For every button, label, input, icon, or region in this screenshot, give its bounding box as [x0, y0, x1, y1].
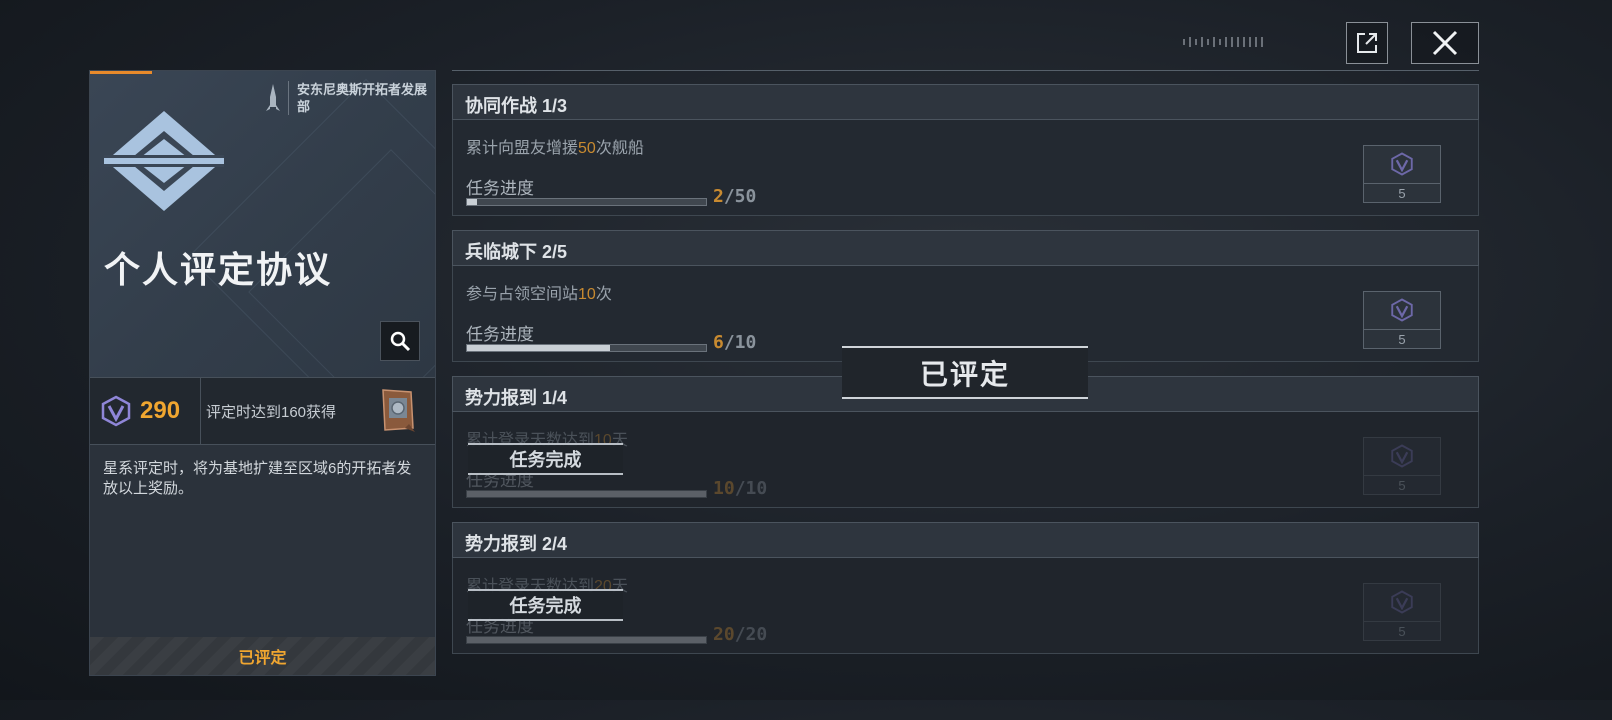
card-header-art: 安东尼奥斯开拓者发展部 个人评定协议 [90, 71, 435, 377]
reward-points: 290 [90, 378, 201, 444]
progress-count: 20/20 [713, 624, 768, 645]
search-icon [390, 331, 411, 352]
rating-badge-icon [1391, 298, 1413, 322]
external-link-icon [1357, 33, 1377, 53]
completed-badge: 任务完成 [468, 443, 623, 475]
reward-count: 5 [1364, 183, 1440, 203]
progress-fill [467, 637, 706, 643]
protocol-card: 安东尼奥斯开拓者发展部 个人评定协议 290 评定时达到160获得 星系评定时，… [89, 70, 436, 676]
task-description: 累计向盟友增援50次舰船 [466, 140, 644, 157]
completed-badge: 任务完成 [468, 589, 623, 621]
rocket-logo-icon [266, 84, 280, 111]
progress-count: 10/10 [713, 478, 768, 499]
search-button[interactable] [380, 321, 420, 361]
task-title: 协同作战 1/3 [465, 96, 568, 116]
progress-label: 任务进度 [466, 325, 534, 344]
progress-fill [467, 199, 477, 205]
task-body: 累计登录天数达到10天 任务进度 10/10 5 任务完成 [452, 412, 1479, 508]
plaque-item-icon[interactable] [375, 388, 419, 434]
task-item: 协同作战 1/3 累计向盟友增援50次舰船 任务进度 2/50 5 [452, 84, 1479, 216]
task-title: 兵临城下 2/5 [465, 242, 568, 262]
reward-count: 5 [1364, 329, 1440, 349]
progress-bar [466, 636, 707, 644]
task-body: 累计登录天数达到20天 任务进度 20/20 5 任务完成 [452, 558, 1479, 654]
close-icon [1432, 30, 1458, 56]
progress-bar [466, 344, 707, 352]
org-name: 安东尼奥斯开拓者发展部 [288, 81, 435, 115]
decorative-ticks [1183, 36, 1333, 48]
task-reward[interactable]: 5 [1363, 291, 1441, 349]
reward-count: 5 [1364, 475, 1440, 495]
progress-count: 2/50 [713, 186, 757, 207]
task-header: 兵临城下 2/5 [452, 230, 1479, 266]
card-title: 个人评定协议 [104, 249, 333, 290]
task-reward[interactable]: 5 [1363, 145, 1441, 203]
task-item: 兵临城下 2/5 参与占领空间站10次 任务进度 6/10 5 [452, 230, 1479, 362]
diamond-emblem-icon [104, 111, 224, 211]
task-reward[interactable]: 5 [1363, 437, 1441, 495]
task-title: 势力报到 2/4 [465, 534, 568, 554]
card-description: 星系评定时，将为基地扩建至区域6的开拓者发放以上奖励。 [103, 460, 412, 497]
reward-row: 290 评定时达到160获得 [90, 377, 435, 445]
rating-badge-icon [1391, 444, 1413, 468]
task-description: 参与占领空间站10次 [466, 286, 612, 303]
reward-description: 评定时达到160获得 [206, 404, 337, 421]
progress-label: 任务进度 [466, 179, 534, 198]
task-title: 势力报到 1/4 [465, 388, 568, 408]
list-divider [452, 70, 1479, 79]
accent-bar [90, 71, 152, 74]
reward-count: 5 [1364, 621, 1440, 641]
progress-fill [467, 491, 706, 497]
share-button[interactable] [1346, 22, 1388, 64]
rating-badge-icon [101, 395, 131, 427]
progress-bar [466, 198, 707, 206]
close-button[interactable] [1411, 22, 1479, 64]
progress-bar [466, 490, 707, 498]
task-header: 势力报到 2/4 [452, 522, 1479, 558]
rating-badge-icon [1391, 590, 1413, 614]
progress-fill [467, 345, 611, 351]
task-reward[interactable]: 5 [1363, 583, 1441, 641]
task-header: 协同作战 1/3 [452, 84, 1479, 120]
task-item: 势力报到 2/4 累计登录天数达到20天 任务进度 20/20 5 任务完成 [452, 522, 1479, 654]
task-body: 累计向盟友增援50次舰船 任务进度 2/50 5 [452, 120, 1479, 216]
progress-count: 6/10 [713, 332, 757, 353]
card-status: 已评定 [90, 637, 435, 675]
rating-badge-icon [1391, 152, 1413, 176]
rated-overlay: 已评定 [842, 346, 1088, 399]
reward-value: 290 [140, 397, 181, 424]
